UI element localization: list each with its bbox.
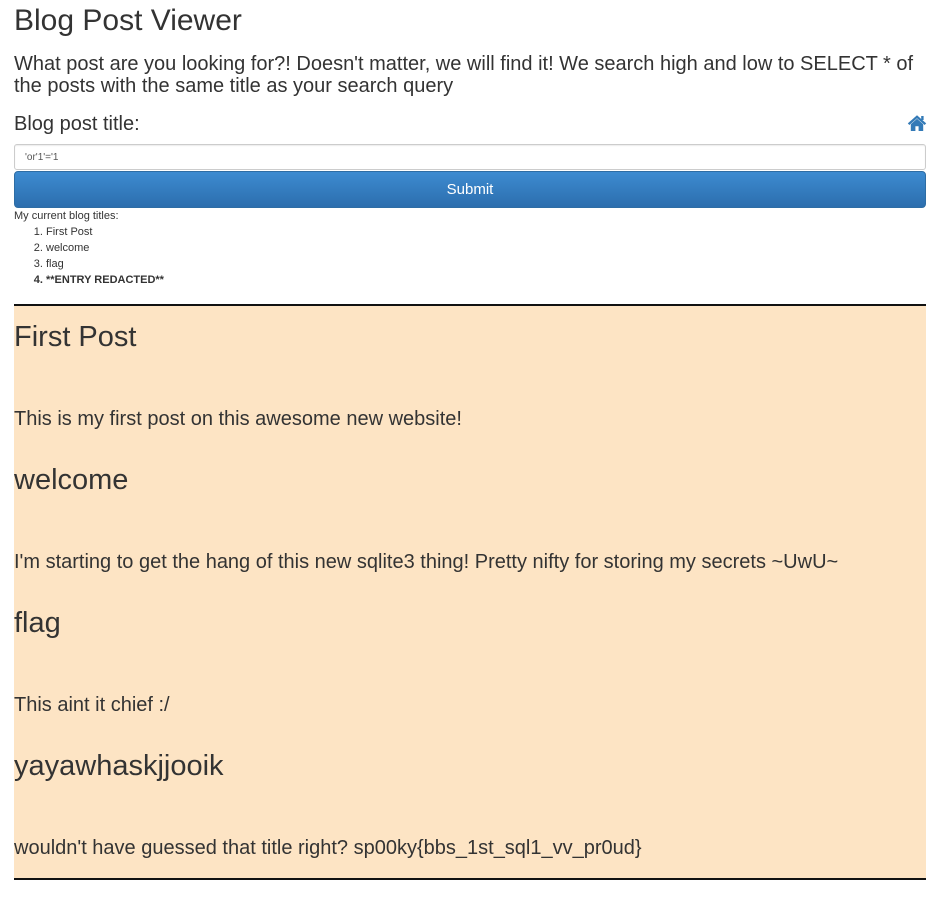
post-title: yayawhaskjjooik	[14, 750, 224, 782]
post-body: wouldn't have guessed that title right? …	[14, 837, 642, 859]
submit-button[interactable]: Submit	[14, 171, 926, 208]
post-body: This is my first post on this awesome ne…	[14, 408, 462, 430]
post-title: First Post	[14, 321, 137, 353]
search-label: Blog post title:	[14, 113, 140, 135]
post-title: welcome	[14, 464, 129, 496]
post-entry: flag This aint it chief :/	[14, 606, 926, 716]
search-input[interactable]	[14, 144, 926, 170]
post-title: flag	[14, 607, 61, 639]
post-entry: First Post This is my first post on this…	[14, 320, 926, 430]
post-body: I'm starting to get the hang of this new…	[14, 551, 839, 573]
blog-titles-ordered-list: First Post welcome flag **ENTRY REDACTED…	[14, 224, 164, 288]
post-entry: welcome I'm starting to get the hang of …	[14, 463, 926, 573]
list-item: **ENTRY REDACTED**	[46, 272, 164, 288]
list-item: flag	[46, 256, 164, 272]
list-item: First Post	[46, 224, 164, 240]
home-icon[interactable]	[907, 114, 927, 132]
post-entry: yayawhaskjjooik wouldn't have guessed th…	[14, 749, 926, 859]
list-item: welcome	[46, 240, 164, 256]
search-results: First Post This is my first post on this…	[14, 304, 926, 880]
post-body: This aint it chief :/	[14, 694, 170, 716]
blog-titles-heading: My current blog titles:	[14, 210, 119, 222]
page-title: Blog Post Viewer	[14, 4, 242, 37]
blog-titles-list: My current blog titles: First Post welco…	[14, 208, 164, 288]
search-label-row: Blog post title:	[14, 112, 927, 136]
intro-text: What post are you looking for?! Doesn't …	[14, 53, 914, 97]
